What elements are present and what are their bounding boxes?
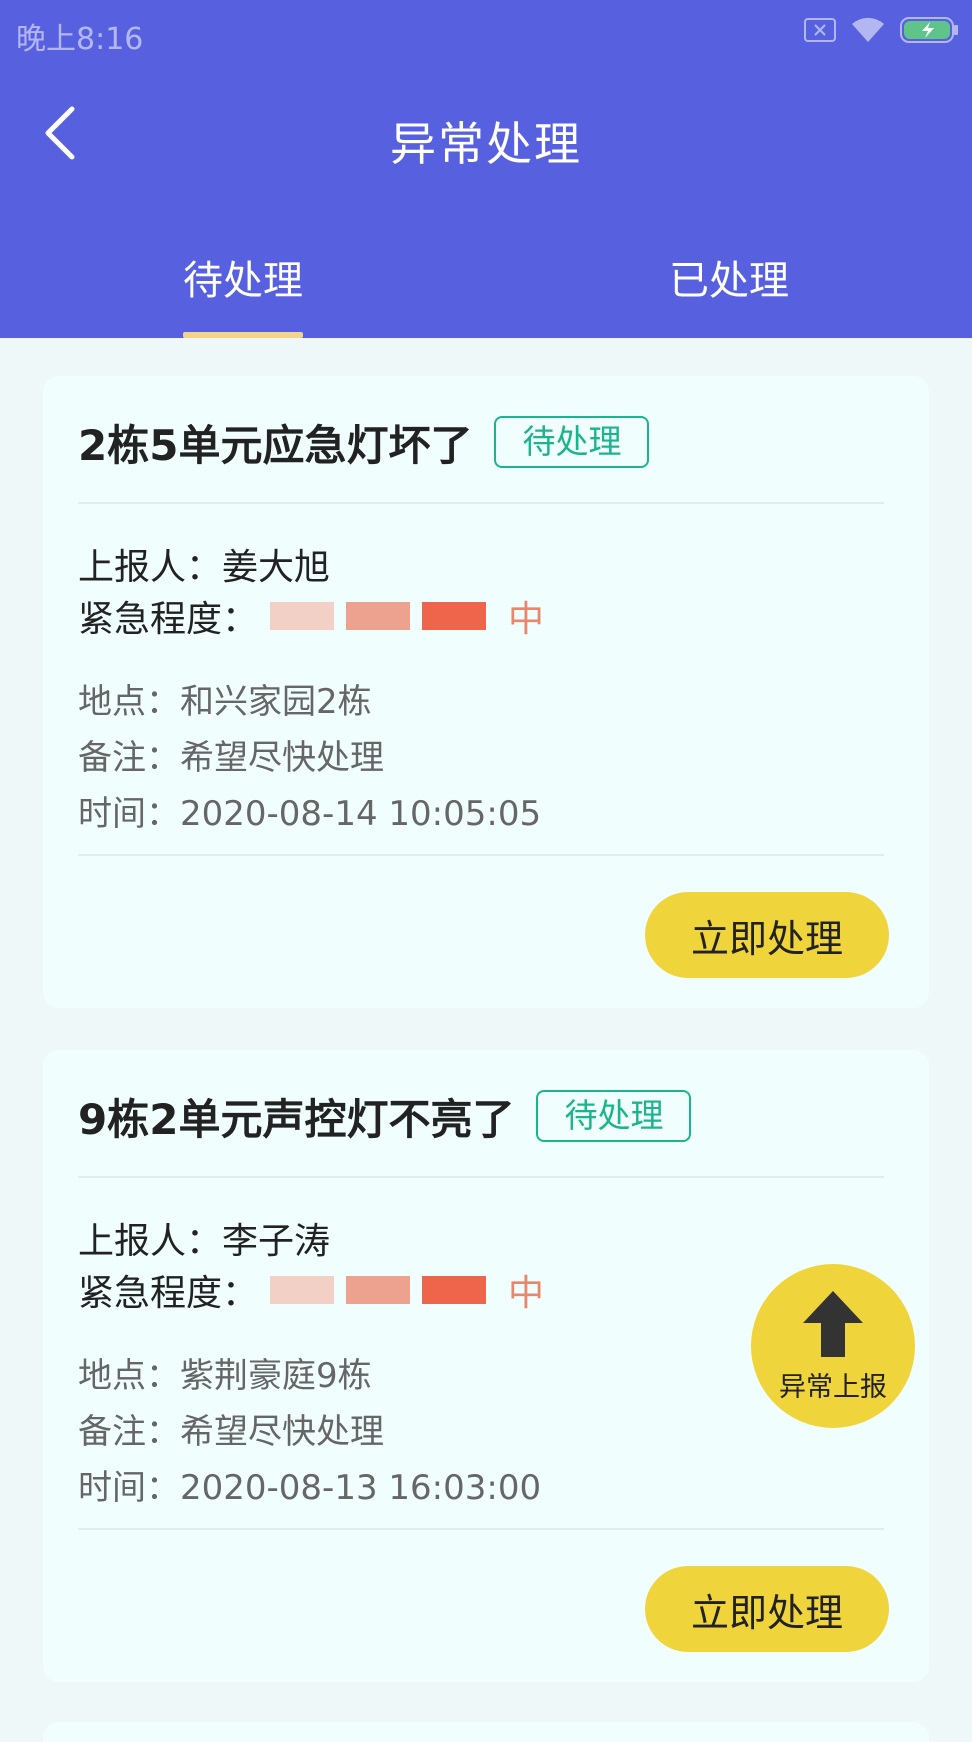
divider (78, 1528, 884, 1530)
urgency-level: 中 (508, 599, 545, 640)
urgency-level: 中 (508, 1273, 545, 1314)
time-label: 时间： (78, 794, 180, 834)
time-label: 时间： (78, 1468, 180, 1508)
app-header: 晚上8:16 异常处理 待处理 已处理 (0, 0, 972, 338)
card-title-row: 2栋5单元应急灯坏了 待处理 (78, 412, 650, 472)
status-icons (804, 16, 960, 48)
reporter-name: 姜大旭 (222, 547, 331, 588)
urgency-label: 紧急程度： (78, 599, 259, 640)
tab-processed[interactable]: 已处理 (486, 226, 972, 338)
page-title: 异常处理 (390, 117, 582, 171)
divider (78, 502, 884, 504)
location-row: 地点：紫荆豪庭9栋 (78, 1348, 372, 1397)
reporter-row: 上报人：姜大旭 (78, 538, 330, 590)
location-row: 地点：和兴家园2栋 (78, 674, 372, 723)
urgency-bar-mid (346, 602, 411, 630)
note-row: 备注：希望尽快处理 (78, 1404, 384, 1453)
urgency-bar-low (270, 1276, 335, 1304)
tab-indicator (183, 332, 303, 338)
arrow-up-icon (801, 1289, 865, 1363)
issue-card: 2栋5单元应急灯坏了 待处理 上报人：姜大旭 紧急程度： 中 地点：和兴家园2栋… (43, 376, 929, 1008)
urgency-row: 紧急程度： 中 (78, 1264, 544, 1316)
fab-label: 异常上报 (779, 1371, 887, 1403)
location-value: 和兴家园2栋 (180, 682, 372, 722)
urgency-bar-mid (346, 1276, 411, 1304)
note-label: 备注： (78, 1412, 180, 1452)
status-time: 晚上8:16 (16, 22, 144, 57)
reporter-name: 李子涛 (222, 1221, 331, 1262)
reporter-row: 上报人：李子涛 (78, 1212, 330, 1264)
location-label: 地点： (78, 1356, 180, 1396)
nav-bar: 异常处理 (0, 80, 972, 190)
sim-card-icon (804, 18, 836, 46)
reporter-label: 上报人： (78, 547, 223, 588)
urgency-label: 紧急程度： (78, 1273, 259, 1314)
urgency-row: 紧急程度： 中 (78, 590, 544, 642)
note-value: 希望尽快处理 (180, 1412, 384, 1452)
wifi-icon (850, 16, 886, 48)
status-bar: 晚上8:16 (0, 0, 972, 66)
tab-pending[interactable]: 待处理 (0, 226, 486, 338)
location-label: 地点： (78, 682, 180, 722)
status-badge: 待处理 (494, 416, 650, 468)
card-title-row: 9栋2单元声控灯不亮了 待处理 (78, 1086, 692, 1146)
divider (78, 854, 884, 856)
time-row: 时间：2020-08-14 10:05:05 (78, 786, 541, 835)
time-value: 2020-08-14 10:05:05 (180, 794, 542, 834)
time-row: 时间：2020-08-13 16:03:00 (78, 1460, 541, 1509)
tab-label: 待处理 (183, 258, 303, 304)
time-value: 2020-08-13 16:03:00 (180, 1468, 542, 1508)
urgency-bar-high (422, 1276, 487, 1304)
process-now-button[interactable]: 立即处理 (645, 892, 889, 978)
note-label: 备注： (78, 738, 180, 778)
report-issue-fab[interactable]: 异常上报 (751, 1264, 915, 1428)
card-title: 2栋5单元应急灯坏了 (78, 420, 473, 470)
process-now-button[interactable]: 立即处理 (645, 1566, 889, 1652)
location-value: 紫荆豪庭9栋 (180, 1356, 372, 1396)
note-value: 希望尽快处理 (180, 738, 384, 778)
issue-card-partial (43, 1722, 929, 1742)
divider (78, 1176, 884, 1178)
status-badge: 待处理 (536, 1090, 692, 1142)
tab-bar: 待处理 已处理 (0, 226, 972, 338)
reporter-label: 上报人： (78, 1221, 223, 1262)
card-title: 9栋2单元声控灯不亮了 (78, 1094, 515, 1144)
tab-label: 已处理 (669, 258, 789, 304)
battery-icon (900, 16, 960, 48)
urgency-bar-low (270, 602, 335, 630)
note-row: 备注：希望尽快处理 (78, 730, 384, 779)
urgency-bar-high (422, 602, 487, 630)
